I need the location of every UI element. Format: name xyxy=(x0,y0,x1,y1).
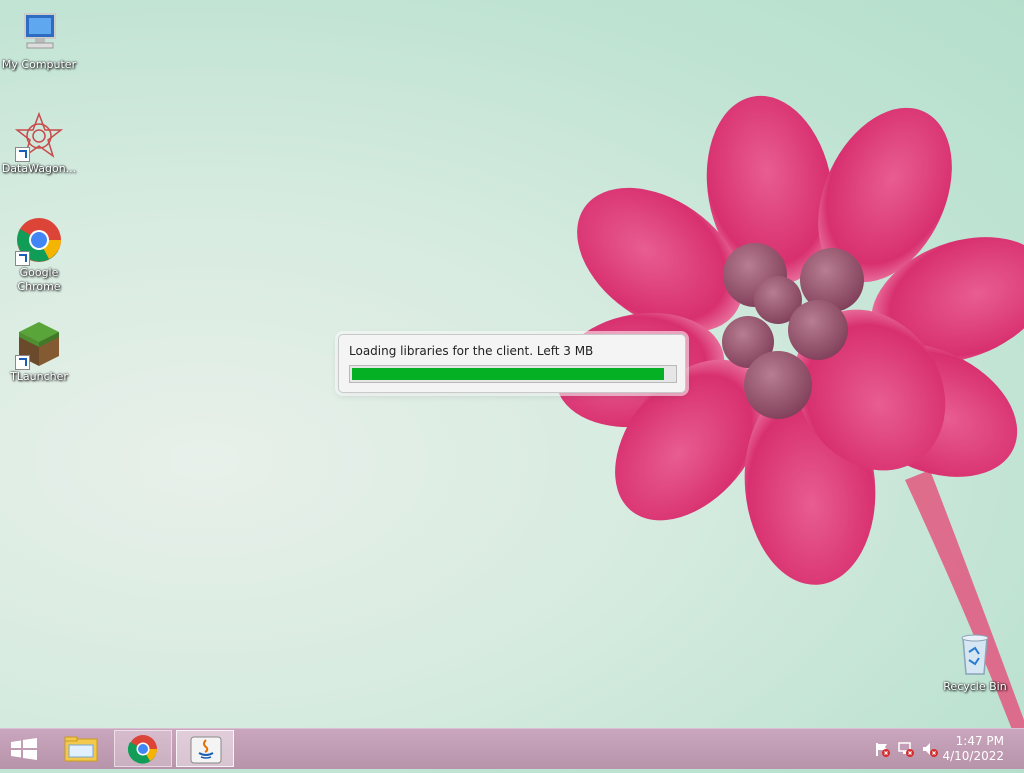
loading-dialog: Loading libraries for the client. Left 3… xyxy=(338,334,686,393)
windows-logo-icon xyxy=(11,738,37,760)
chrome-icon xyxy=(15,216,63,266)
desktop-icon-tlauncher[interactable]: TLauncher xyxy=(0,320,78,384)
desktop-icon-label: TLauncher xyxy=(10,370,68,383)
chrome-icon xyxy=(127,735,157,764)
shortcut-arrow-icon xyxy=(15,147,30,162)
folder-icon xyxy=(64,736,98,762)
clock-time: 1:47 PM xyxy=(955,734,1004,748)
loading-message: Loading libraries for the client. Left 3… xyxy=(349,344,594,358)
minecraft-grass-icon xyxy=(15,320,63,370)
shortcut-arrow-icon xyxy=(15,355,30,370)
desktop-icon-label: My Computer xyxy=(1,58,77,71)
volume-muted-icon[interactable] xyxy=(922,741,938,757)
progress-bar xyxy=(349,365,677,383)
desktop-icon-my-computer[interactable]: My Computer xyxy=(0,8,78,72)
desktop-icon-google-chrome[interactable]: Google Chrome xyxy=(0,216,78,294)
clock-date: 4/10/2022 xyxy=(942,749,1004,763)
recycle-bin-icon xyxy=(951,630,999,678)
desktop-icon-label: Google Chrome xyxy=(17,266,61,293)
computer-icon xyxy=(15,8,63,56)
progress-bar-fill xyxy=(352,368,665,380)
taskbar: 1:47 PM 4/10/2022 xyxy=(0,728,1024,769)
taskbar-chrome[interactable] xyxy=(114,730,172,767)
taskbar-file-explorer[interactable] xyxy=(52,730,110,767)
datawagon-icon xyxy=(14,111,64,162)
desktop-icon-datawagon[interactable]: DataWagon... xyxy=(0,111,78,176)
desktop-icon-label: Recycle Bin xyxy=(943,680,1007,693)
desktop-icon-recycle-bin[interactable]: Recycle Bin xyxy=(936,630,1014,694)
shortcut-arrow-icon xyxy=(15,251,30,266)
java-icon xyxy=(190,736,222,764)
taskbar-java[interactable] xyxy=(176,730,234,767)
start-button[interactable] xyxy=(0,729,48,769)
network-icon[interactable] xyxy=(898,741,914,757)
action-center-flag-icon[interactable] xyxy=(874,741,890,757)
desktop-icon-label: DataWagon... xyxy=(1,162,77,175)
system-clock[interactable]: 1:47 PM 4/10/2022 xyxy=(942,734,1004,764)
